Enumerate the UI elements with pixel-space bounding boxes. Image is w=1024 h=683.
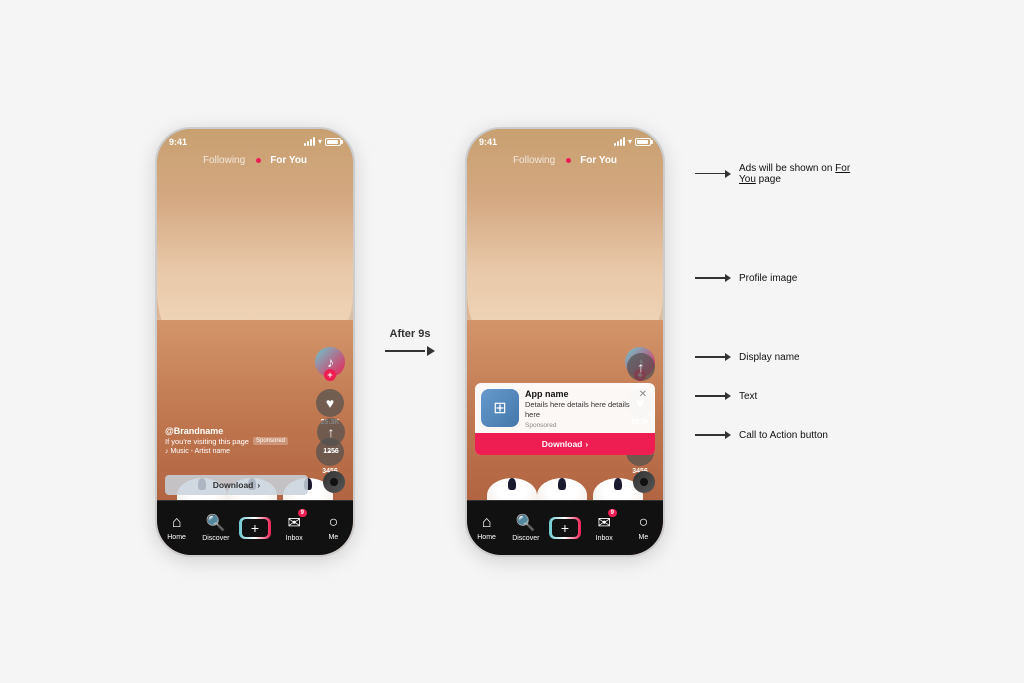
bottom-nav: ⌂ Home 🔍 Discover + ✉ 9 I: [157, 500, 353, 555]
home-icon-2: ⌂: [482, 514, 492, 532]
nav-home[interactable]: ⌂ Home: [157, 514, 196, 541]
music-disc-icon: [323, 471, 345, 493]
nav-inbox[interactable]: ✉ 9 Inbox: [275, 513, 314, 542]
wifi-icon: ▾: [318, 137, 322, 146]
annotation-display-name: Display name: [695, 352, 869, 363]
tiktok-logo-icon: ♪: [327, 354, 333, 370]
ad-card: ⊞ App name Details here details here det…: [475, 383, 655, 455]
annotation-profile-text: Profile image: [739, 273, 797, 284]
ad-details-text: Details here details here details here: [525, 400, 631, 420]
signal-icon-2: [614, 138, 625, 146]
arrow-line: [385, 346, 435, 356]
phone-status: ▾: [304, 137, 341, 146]
nav-me-2[interactable]: ○ Me: [624, 514, 663, 541]
search-icon: 🔍: [206, 513, 226, 533]
nav-create-2[interactable]: +: [545, 517, 584, 539]
right-actions: ♪ + ♥ 25.3K ⋯ 3456: [315, 347, 345, 475]
nav-discover-2[interactable]: 🔍 Discover: [506, 513, 545, 542]
live-dot: [256, 158, 261, 163]
profile-avatar[interactable]: ♪ +: [315, 347, 345, 377]
battery-icon: [325, 138, 341, 146]
description-text: If you're visiting this page Sponsored: [165, 437, 298, 446]
annotation-text: Text: [695, 391, 869, 402]
download-button[interactable]: Download ›: [165, 475, 308, 495]
phone-time: 9:41: [169, 137, 187, 147]
profile-icon: ○: [329, 514, 339, 532]
annotation-arrow-2: [695, 274, 731, 282]
nav-me[interactable]: ○ Me: [314, 514, 353, 541]
tab-bar: Following For You: [157, 149, 353, 172]
tab-for-you-2[interactable]: For You: [575, 153, 622, 168]
phone-topbar: 9:41 ▾: [157, 129, 353, 151]
phone-time-2: 9:41: [479, 137, 497, 147]
transition-arrow: After 9s: [385, 328, 435, 356]
ad-close-button[interactable]: ✕: [637, 389, 649, 400]
annotation-cta-text: Call to Action button: [739, 430, 828, 441]
main-container: 9:41 ▾ Following: [135, 107, 889, 577]
sponsored-badge: Sponsored: [253, 437, 288, 445]
search-icon-2: 🔍: [516, 513, 536, 533]
annotation-text-label: Text: [739, 391, 757, 402]
share-count: 1256: [323, 448, 339, 455]
create-plus-icon-2: +: [549, 517, 581, 539]
create-plus-icon: +: [239, 517, 271, 539]
inbox-badge-2: 9: [608, 509, 617, 517]
annotation-ads-text: Ads will be shown on For You page: [739, 163, 869, 185]
after-label: After 9s: [390, 328, 431, 340]
phone-status-2: ▾: [614, 137, 651, 146]
inbox-icon: ✉: [288, 515, 301, 532]
wifi-icon-2: ▾: [628, 137, 632, 146]
bottom-nav-2: ⌂ Home 🔍 Discover + ✉ 9 I: [467, 500, 663, 555]
annotation-cta: Call to Action button: [695, 430, 869, 441]
inbox-badge: 9: [298, 509, 307, 517]
nav-inbox-2[interactable]: ✉ 9 Inbox: [585, 513, 624, 542]
battery-icon-2: [635, 138, 651, 146]
share-icon[interactable]: ↑: [317, 418, 345, 446]
home-icon: ⌂: [172, 514, 182, 532]
music-label: ♪ Music - Artist name: [165, 448, 298, 455]
annotation-profile: Profile image: [695, 273, 869, 284]
profile-icon-2: ○: [639, 514, 649, 532]
heart-icon: ♥: [316, 389, 344, 417]
ad-app-icon: ⊞: [481, 389, 519, 427]
annotation-arrow-1: [695, 170, 731, 178]
annotation-ads-placement: Ads will be shown on For You page: [695, 163, 869, 185]
ad-app-name: App name: [525, 389, 631, 399]
annotation-arrow-5: [695, 431, 731, 439]
brandname-label: @Brandname: [165, 426, 298, 436]
signal-icon: [304, 138, 315, 146]
ad-sponsored-label: Sponsored: [525, 422, 631, 429]
phone-before: 9:41 ▾ Following: [155, 127, 355, 557]
tab-following-2[interactable]: Following: [508, 153, 560, 168]
nav-create[interactable]: +: [235, 517, 274, 539]
nav-home-2[interactable]: ⌂ Home: [467, 514, 506, 541]
tab-for-you[interactable]: For You: [265, 153, 312, 168]
tab-following[interactable]: Following: [198, 153, 250, 168]
ad-download-button[interactable]: Download ›: [475, 433, 655, 455]
tab-bar-2: Following For You: [467, 149, 663, 172]
app-store-icon: ⊞: [493, 398, 506, 418]
phone-after: 9:41 ▾ Following: [465, 127, 665, 557]
inbox-icon-2: ✉: [598, 515, 611, 532]
phone-topbar-2: 9:41 ▾: [467, 129, 663, 151]
annotations: Ads will be shown on For You page Profil…: [695, 243, 869, 441]
annotation-arrow-4: [695, 392, 731, 400]
follow-plus-icon: +: [324, 369, 336, 381]
annotation-arrow-3: [695, 353, 731, 361]
live-dot-2: [566, 158, 571, 163]
share-icon-2[interactable]: ↑: [627, 353, 655, 381]
music-disc-icon-2: [633, 471, 655, 493]
annotation-display-name-text: Display name: [739, 352, 800, 363]
nav-discover[interactable]: 🔍 Discover: [196, 513, 235, 542]
